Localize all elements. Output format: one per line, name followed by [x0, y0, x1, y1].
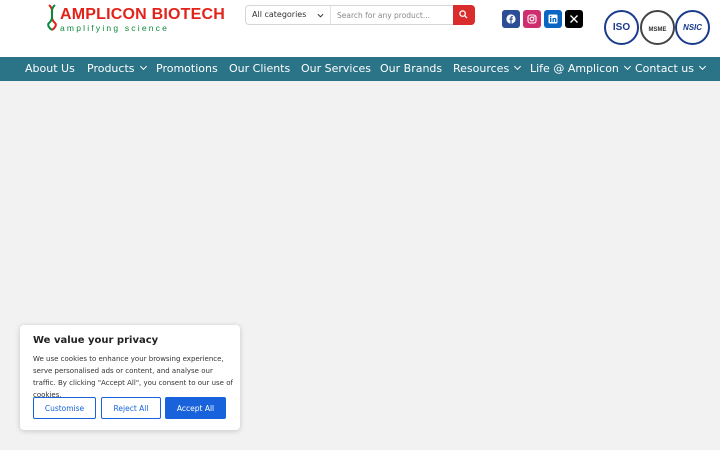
facebook-icon [506, 14, 516, 24]
chevron-down-icon [317, 13, 324, 18]
reject-all-button[interactable]: Reject All [101, 397, 161, 419]
nav-life-at-amplicon-label: Life @ Amplicon [530, 62, 619, 75]
nav-about-us[interactable]: About Us [25, 57, 75, 81]
category-select-value: All categories [252, 10, 307, 19]
linkedin-link[interactable] [544, 10, 562, 28]
brand-name: AMPLICON BIOTECH [60, 6, 225, 24]
cookie-message: We use cookies to enhance your browsing … [33, 355, 233, 399]
cookie-title: We value your privacy [33, 335, 159, 346]
chevron-down-icon [514, 62, 522, 71]
msme-badge-label: MSME [648, 27, 667, 33]
chevron-down-icon [623, 62, 631, 71]
nav-our-brands-label: Our Brands [380, 62, 443, 75]
nsic-badge-label: NSIC [682, 23, 703, 32]
nav-contact-us[interactable]: Contact us [635, 57, 707, 81]
search-button[interactable] [453, 5, 475, 25]
product-search: All categories [245, 5, 475, 25]
customise-button[interactable]: Customise [33, 397, 96, 419]
msme-badge: MSME [640, 10, 675, 45]
nav-products-label: Products [87, 62, 135, 75]
chevron-down-icon [139, 62, 147, 71]
brand-name-part1: AMPLICON [60, 6, 147, 23]
x-link[interactable] [565, 10, 583, 28]
cookie-consent-dialog: We value your privacy We use cookies to … [20, 325, 240, 430]
nsic-badge: NSIC [675, 10, 710, 45]
nav-our-brands[interactable]: Our Brands [380, 57, 442, 81]
nav-products[interactable]: Products [87, 57, 147, 81]
header: AMPLICON BIOTECH amplifying science All … [0, 0, 720, 57]
instagram-icon [527, 14, 537, 24]
search-icon [459, 10, 468, 19]
brand-tagline: amplifying science [60, 23, 170, 33]
brand-name-part2: BIOTECH [151, 6, 225, 23]
nav-promotions-label: Promotions [156, 62, 218, 75]
x-icon [570, 15, 578, 23]
nav-resources[interactable]: Resources [453, 57, 522, 81]
nav-life-at-amplicon[interactable]: Life @ Amplicon [530, 57, 631, 81]
category-select[interactable]: All categories [246, 6, 331, 24]
dna-logo-icon [47, 4, 57, 31]
nav-promotions[interactable]: Promotions [156, 57, 218, 81]
amplicon-logo[interactable]: AMPLICON BIOTECH amplifying science [46, 3, 225, 33]
nav-about-us-label: About Us [25, 62, 75, 75]
nav-our-clients[interactable]: Our Clients [229, 57, 290, 81]
accept-all-button[interactable]: Accept All [165, 397, 226, 419]
chevron-down-icon [698, 62, 707, 71]
nav-our-clients-label: Our Clients [229, 62, 291, 75]
linkedin-icon [548, 14, 558, 24]
nav-resources-label: Resources [453, 62, 510, 75]
main-nav: About Us Products Promotions Our Clients… [0, 57, 720, 81]
nav-contact-us-label: Contact us [635, 62, 694, 75]
nav-our-services-label: Our Services [301, 62, 372, 75]
facebook-link[interactable] [502, 10, 520, 28]
search-input[interactable] [332, 6, 452, 24]
iso-certified-badge: ISO [604, 10, 639, 45]
iso-badge-label: ISO [612, 22, 631, 33]
instagram-link[interactable] [523, 10, 541, 28]
nav-our-services[interactable]: Our Services [301, 57, 371, 81]
